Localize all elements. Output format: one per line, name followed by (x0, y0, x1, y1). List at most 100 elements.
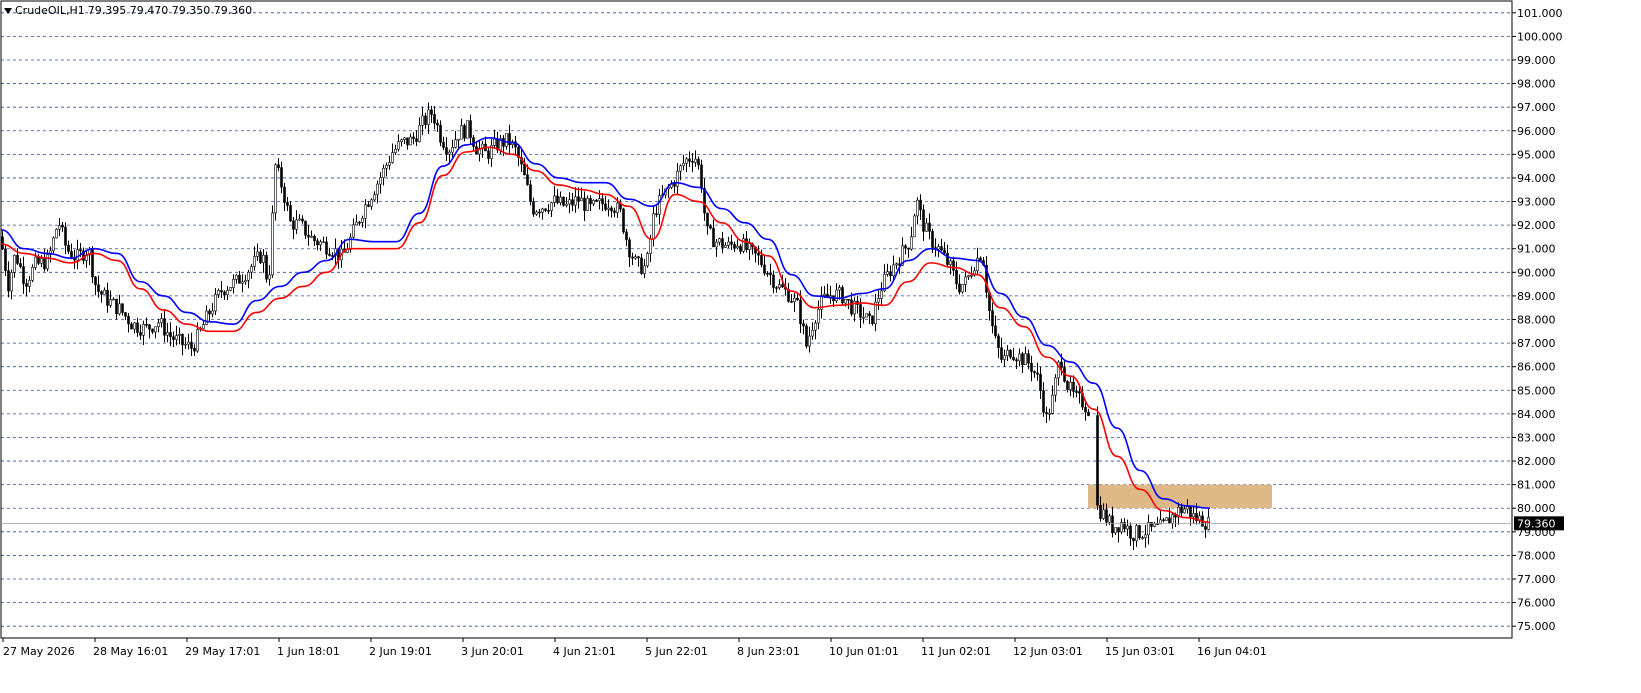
candle-body (595, 199, 598, 202)
candle-body (121, 303, 124, 313)
candle-body (181, 333, 184, 346)
candle-body (220, 290, 223, 293)
candle-body (1036, 372, 1039, 375)
candle-body (607, 207, 610, 210)
candle-body (727, 241, 730, 246)
candle-body (760, 254, 763, 266)
candle-body (562, 196, 565, 206)
candle-body (835, 289, 838, 302)
time-tick-label: 12 Jun 03:01 (1013, 645, 1083, 658)
candle-body (613, 210, 616, 213)
candle-body (736, 245, 739, 249)
candle-body (31, 267, 34, 281)
candle-body (733, 243, 736, 249)
candle-body (379, 177, 382, 185)
candle-body (1024, 353, 1027, 366)
candle-body (892, 264, 895, 277)
candle-body (148, 324, 151, 330)
candle-body (178, 333, 181, 336)
candle-body (739, 245, 742, 252)
symbol-header[interactable]: CrudeOIL,H1 79.395 79.470 79.350 79.360 (4, 4, 252, 17)
candle-body (931, 231, 934, 248)
candle-body (325, 241, 328, 255)
price-tick-label: 93.000 (1517, 196, 1556, 209)
candle-body (748, 243, 751, 250)
candle-body (817, 308, 820, 324)
candle-body (355, 221, 358, 226)
candle-body (133, 322, 136, 330)
price-tick-label: 90.000 (1517, 266, 1556, 279)
candle-body (889, 271, 892, 277)
candle (229, 287, 232, 292)
candle-body (913, 215, 916, 238)
candle-body (565, 203, 568, 206)
candle (274, 163, 277, 221)
candle-body (1186, 506, 1189, 510)
candle-body (1066, 381, 1069, 390)
price-tick-label: 96.000 (1517, 125, 1556, 138)
candle-body (442, 141, 445, 148)
candle-body (1189, 506, 1192, 518)
candle-body (217, 290, 220, 295)
candle-body (316, 240, 319, 246)
candle-body (394, 148, 397, 153)
candle-body (1105, 509, 1108, 523)
candle-body (625, 231, 628, 241)
candle-body (469, 120, 472, 138)
candle-body (1204, 526, 1207, 530)
price-chart[interactable]: 101.000 100.000 99.000 98.000 97.000 96.000 95… (0, 0, 1641, 693)
candle-body (814, 322, 817, 331)
dropdown-triangle-icon[interactable] (4, 7, 12, 14)
candle-body (829, 295, 832, 298)
candle-body (298, 218, 301, 221)
current-price-text: 79.360 (1517, 517, 1556, 530)
candle-body (4, 248, 7, 271)
candle-body (1096, 415, 1099, 506)
candle-body (1069, 381, 1072, 390)
candle-body (685, 158, 688, 164)
candle-body (175, 335, 178, 340)
candle-body (1003, 355, 1006, 360)
price-tick-label: 98.000 (1517, 78, 1556, 91)
candle (805, 323, 808, 349)
price-tick-label: 94.000 (1517, 172, 1556, 185)
candle (55, 228, 58, 239)
price-tick-label: 85.000 (1517, 384, 1556, 397)
candle-body (610, 207, 613, 212)
candle (865, 313, 868, 318)
candle-body (1084, 406, 1087, 413)
candle-body (679, 165, 682, 172)
candle-body (25, 283, 28, 287)
candle-body (1021, 353, 1024, 366)
candle-body (1135, 525, 1138, 542)
candle-body (880, 290, 883, 299)
candle-body (904, 245, 907, 249)
candle-body (19, 263, 22, 267)
candle-body (676, 170, 679, 187)
candle-body (112, 298, 115, 301)
candle-body (1171, 514, 1174, 524)
candle-body (463, 125, 466, 139)
candle-body (169, 332, 172, 338)
candle-body (487, 150, 490, 159)
candle-body (352, 224, 355, 238)
candle-body (919, 199, 922, 211)
candle-body (688, 158, 691, 162)
ohlc-values: 79.395 79.470 79.350 79.360 (87, 4, 253, 17)
candle-body (319, 241, 322, 246)
candle-body (313, 235, 316, 242)
candle-body (226, 290, 229, 295)
candle-body (268, 274, 271, 280)
candle-body (364, 204, 367, 219)
candle (259, 249, 262, 265)
candle-body (448, 151, 451, 155)
time-tick-label: 29 May 17:01 (185, 645, 260, 658)
candle-body (796, 297, 799, 301)
candle-body (460, 125, 463, 140)
candle-body (163, 318, 166, 336)
candle-body (958, 283, 961, 293)
candle-body (862, 316, 865, 319)
candle-body (388, 162, 391, 166)
candle-body (1153, 523, 1156, 527)
candle-body (952, 260, 955, 271)
